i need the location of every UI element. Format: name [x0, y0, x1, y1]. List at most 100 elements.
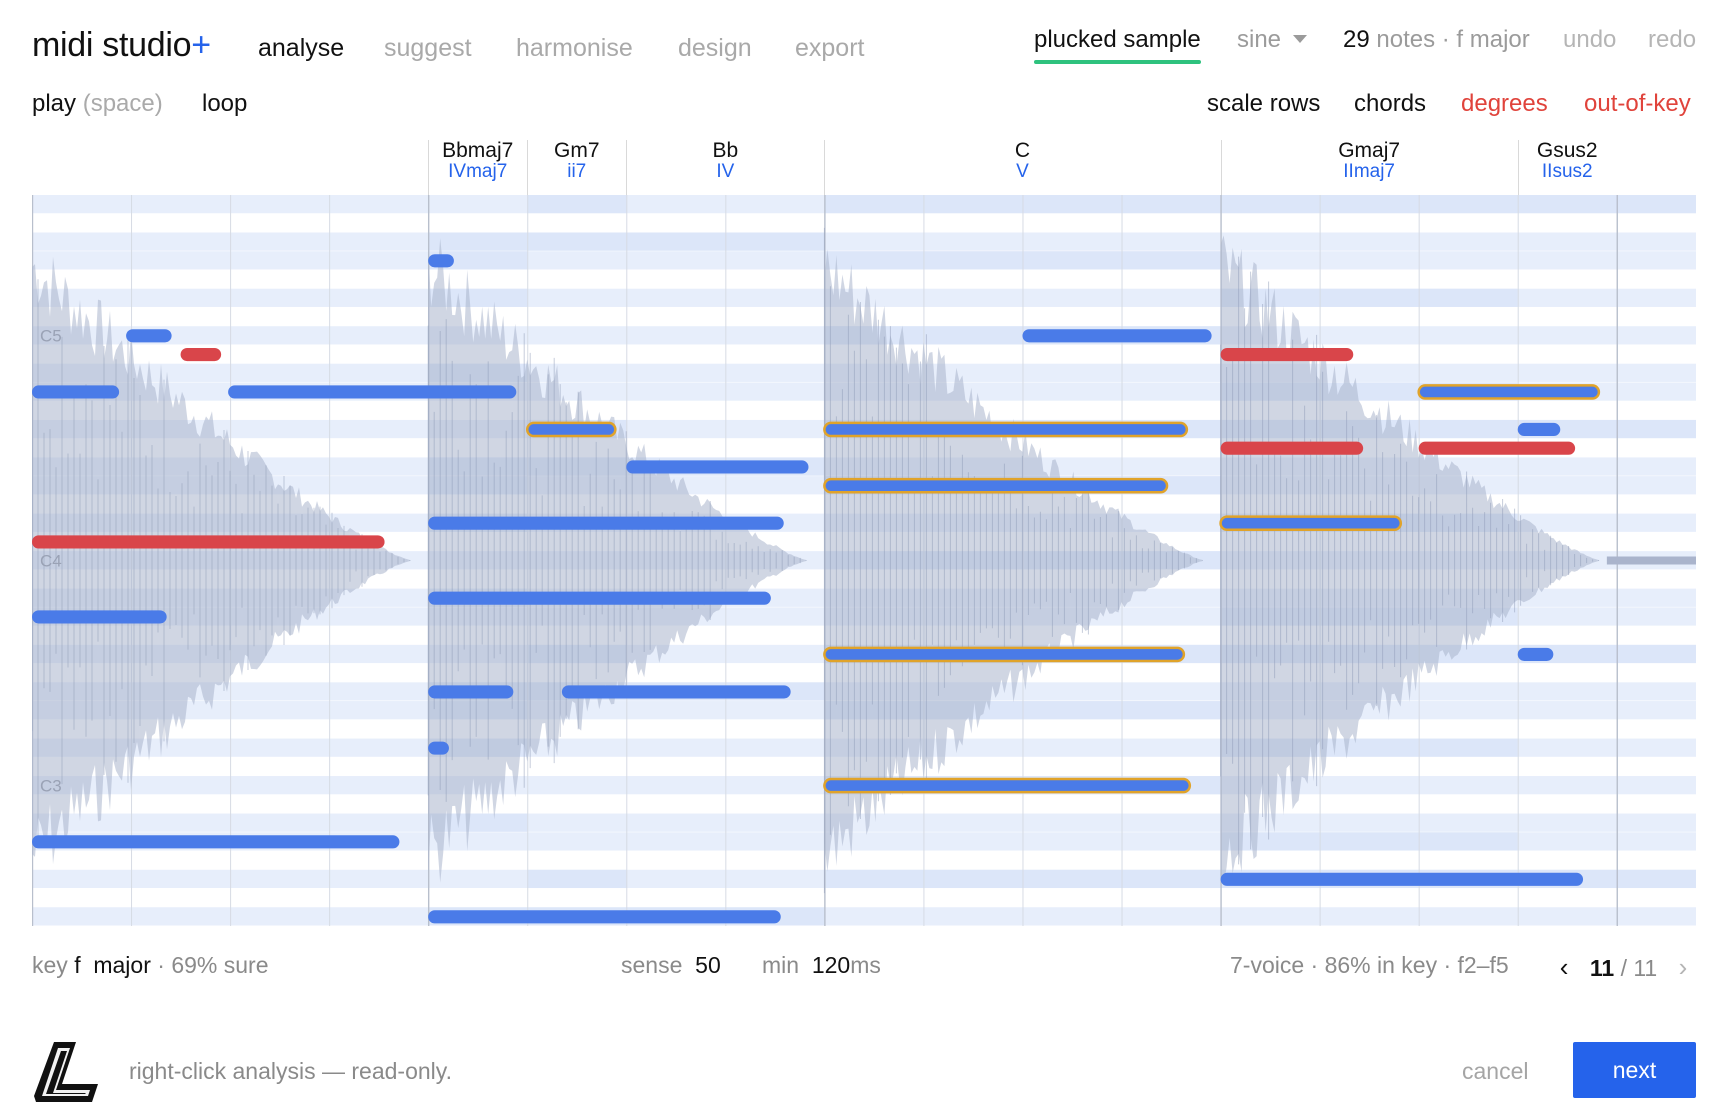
chord-tone-note[interactable] [823, 477, 1169, 494]
chord-tone-row [428, 232, 528, 251]
tab-suggest[interactable]: suggest [384, 34, 472, 63]
piano-roll-canvas[interactable]: C5 C4 C3 [32, 195, 1696, 926]
octave-label: C4 [40, 551, 62, 570]
app-title: midi studio+ [32, 26, 211, 64]
plucked-sample-tab[interactable]: plucked sample [1034, 26, 1201, 64]
note[interactable] [1022, 329, 1212, 343]
chord-label[interactable]: Gmaj7 IImaj7 [1338, 140, 1400, 182]
next-button[interactable]: next [1573, 1042, 1696, 1098]
note[interactable] [228, 385, 517, 399]
chord-boundary [428, 140, 430, 195]
chord-label[interactable]: Bb IV [712, 140, 738, 182]
chord-degree: ii7 [567, 161, 587, 182]
note[interactable] [428, 910, 781, 924]
chord-tone-note[interactable] [525, 421, 617, 438]
cancel-button[interactable]: cancel [1462, 1058, 1528, 1085]
tab-harmonise[interactable]: harmonise [516, 34, 633, 63]
chord-label[interactable]: Gsus2 IIsus2 [1537, 140, 1598, 182]
chord-degree: IV [716, 161, 735, 182]
waveform-segment [32, 256, 410, 865]
note[interactable] [428, 591, 771, 605]
note[interactable] [32, 385, 120, 399]
page-current: 11 [1589, 955, 1615, 981]
play-shortcut-hint: (space) [82, 90, 163, 117]
chord-tone-note[interactable] [823, 421, 1189, 438]
chevron-right-icon[interactable]: › [1670, 952, 1696, 983]
note[interactable] [1517, 422, 1561, 437]
key-readout[interactable]: key f major · 69% sure [32, 952, 268, 979]
tab-export[interactable]: export [795, 34, 864, 63]
chord-tone-note[interactable] [823, 646, 1186, 663]
chord-boundary [1220, 140, 1222, 195]
min-duration-control[interactable]: min 120ms [762, 952, 881, 979]
octave-label: C3 [40, 776, 62, 795]
chord-boundary [1517, 140, 1519, 195]
redo-button[interactable]: redo [1648, 26, 1696, 54]
chevron-down-icon [1293, 34, 1308, 43]
loop-button[interactable]: loop [202, 90, 247, 118]
note[interactable] [32, 610, 167, 624]
note[interactable] [561, 685, 791, 699]
chord-tone-note[interactable] [823, 777, 1192, 794]
undo-button[interactable]: undo [1563, 26, 1616, 54]
chord-label[interactable]: CV [1015, 140, 1030, 182]
note[interactable] [1220, 872, 1584, 886]
chord-name: Gm7 [553, 139, 600, 162]
chord-tone-row [527, 232, 627, 251]
brand-logo-icon [34, 1042, 98, 1102]
scale-row [32, 907, 1696, 926]
chord-name: Gmaj7 [1338, 139, 1401, 162]
note[interactable] [126, 329, 172, 343]
active-tab-underline [1034, 60, 1201, 64]
note-count: 29 notes · f major [1343, 26, 1530, 53]
chord-tone-note[interactable] [1219, 515, 1403, 532]
out-of-key-note[interactable] [1220, 441, 1364, 455]
note[interactable] [32, 835, 400, 849]
chord-boundary [626, 140, 628, 195]
out-of-key-toggle[interactable]: out-of-key [1584, 90, 1691, 118]
note[interactable] [626, 460, 809, 474]
chord-degree: V [1016, 161, 1029, 182]
piano-roll[interactable]: C5 C4 C3 [32, 195, 1696, 926]
out-of-key-note[interactable] [1220, 347, 1354, 362]
chord-tone-note[interactable] [1417, 384, 1601, 400]
chord-tone-row [527, 195, 627, 214]
out-of-key-note[interactable] [1418, 441, 1576, 455]
chord-boundary [824, 140, 826, 195]
scale-row [32, 232, 1696, 251]
play-button[interactable]: play (space) [32, 90, 163, 118]
page-total: / 11 [1620, 955, 1658, 981]
sense-control[interactable]: sense 50 [621, 952, 721, 979]
tab-design[interactable]: design [678, 34, 752, 63]
scale-row [32, 813, 1696, 832]
chord-tone-row [1220, 832, 1518, 851]
note[interactable] [428, 516, 784, 530]
status-bar: key f major · 69% sure sense 50 min 120m… [32, 952, 1696, 984]
chord-lane: Bbmaj7 IVmaj7 Gm7 ii7 Bb IV C V Gmaj7 IImaj7 Gsus2… [32, 140, 1696, 195]
chord-tone-row [527, 869, 627, 889]
degrees-toggle[interactable]: degrees [1461, 90, 1548, 118]
note[interactable] [1517, 647, 1554, 661]
chord-label[interactable]: Bbmaj7 IVmaj7 [442, 140, 513, 182]
out-of-key-note[interactable] [32, 535, 385, 549]
chord-name: Bbmaj7 [442, 139, 514, 162]
synth-select[interactable]: sine [1237, 26, 1308, 54]
tab-analyse[interactable]: analyse [258, 34, 344, 63]
scale-rows-toggle[interactable]: scale rows [1207, 90, 1320, 118]
chord-tone-row [1220, 195, 1518, 214]
footer-hint: right-click analysis — read-only. [129, 1058, 452, 1084]
note[interactable] [428, 685, 514, 699]
out-of-key-note[interactable] [180, 347, 222, 362]
voicing-summary: 7-voice · 86% in key · f2–f5 [1230, 952, 1509, 978]
chord-name: Bb [712, 139, 739, 162]
chord-degree: IVmaj7 [448, 161, 508, 182]
chevron-left-icon[interactable]: ‹ [1551, 952, 1577, 983]
note[interactable] [428, 741, 449, 755]
chords-toggle[interactable]: chords [1354, 90, 1426, 118]
chord-name: Gsus2 [1536, 139, 1598, 162]
footer: right-click analysis — read-only. cancel… [32, 1040, 1696, 1102]
note[interactable] [428, 254, 454, 268]
chord-label[interactable]: Gm7 ii7 [554, 140, 600, 182]
top-bar: midi studio+ analyse suggest harmonise d… [32, 26, 1696, 66]
chord-tone-row [1517, 195, 1696, 214]
